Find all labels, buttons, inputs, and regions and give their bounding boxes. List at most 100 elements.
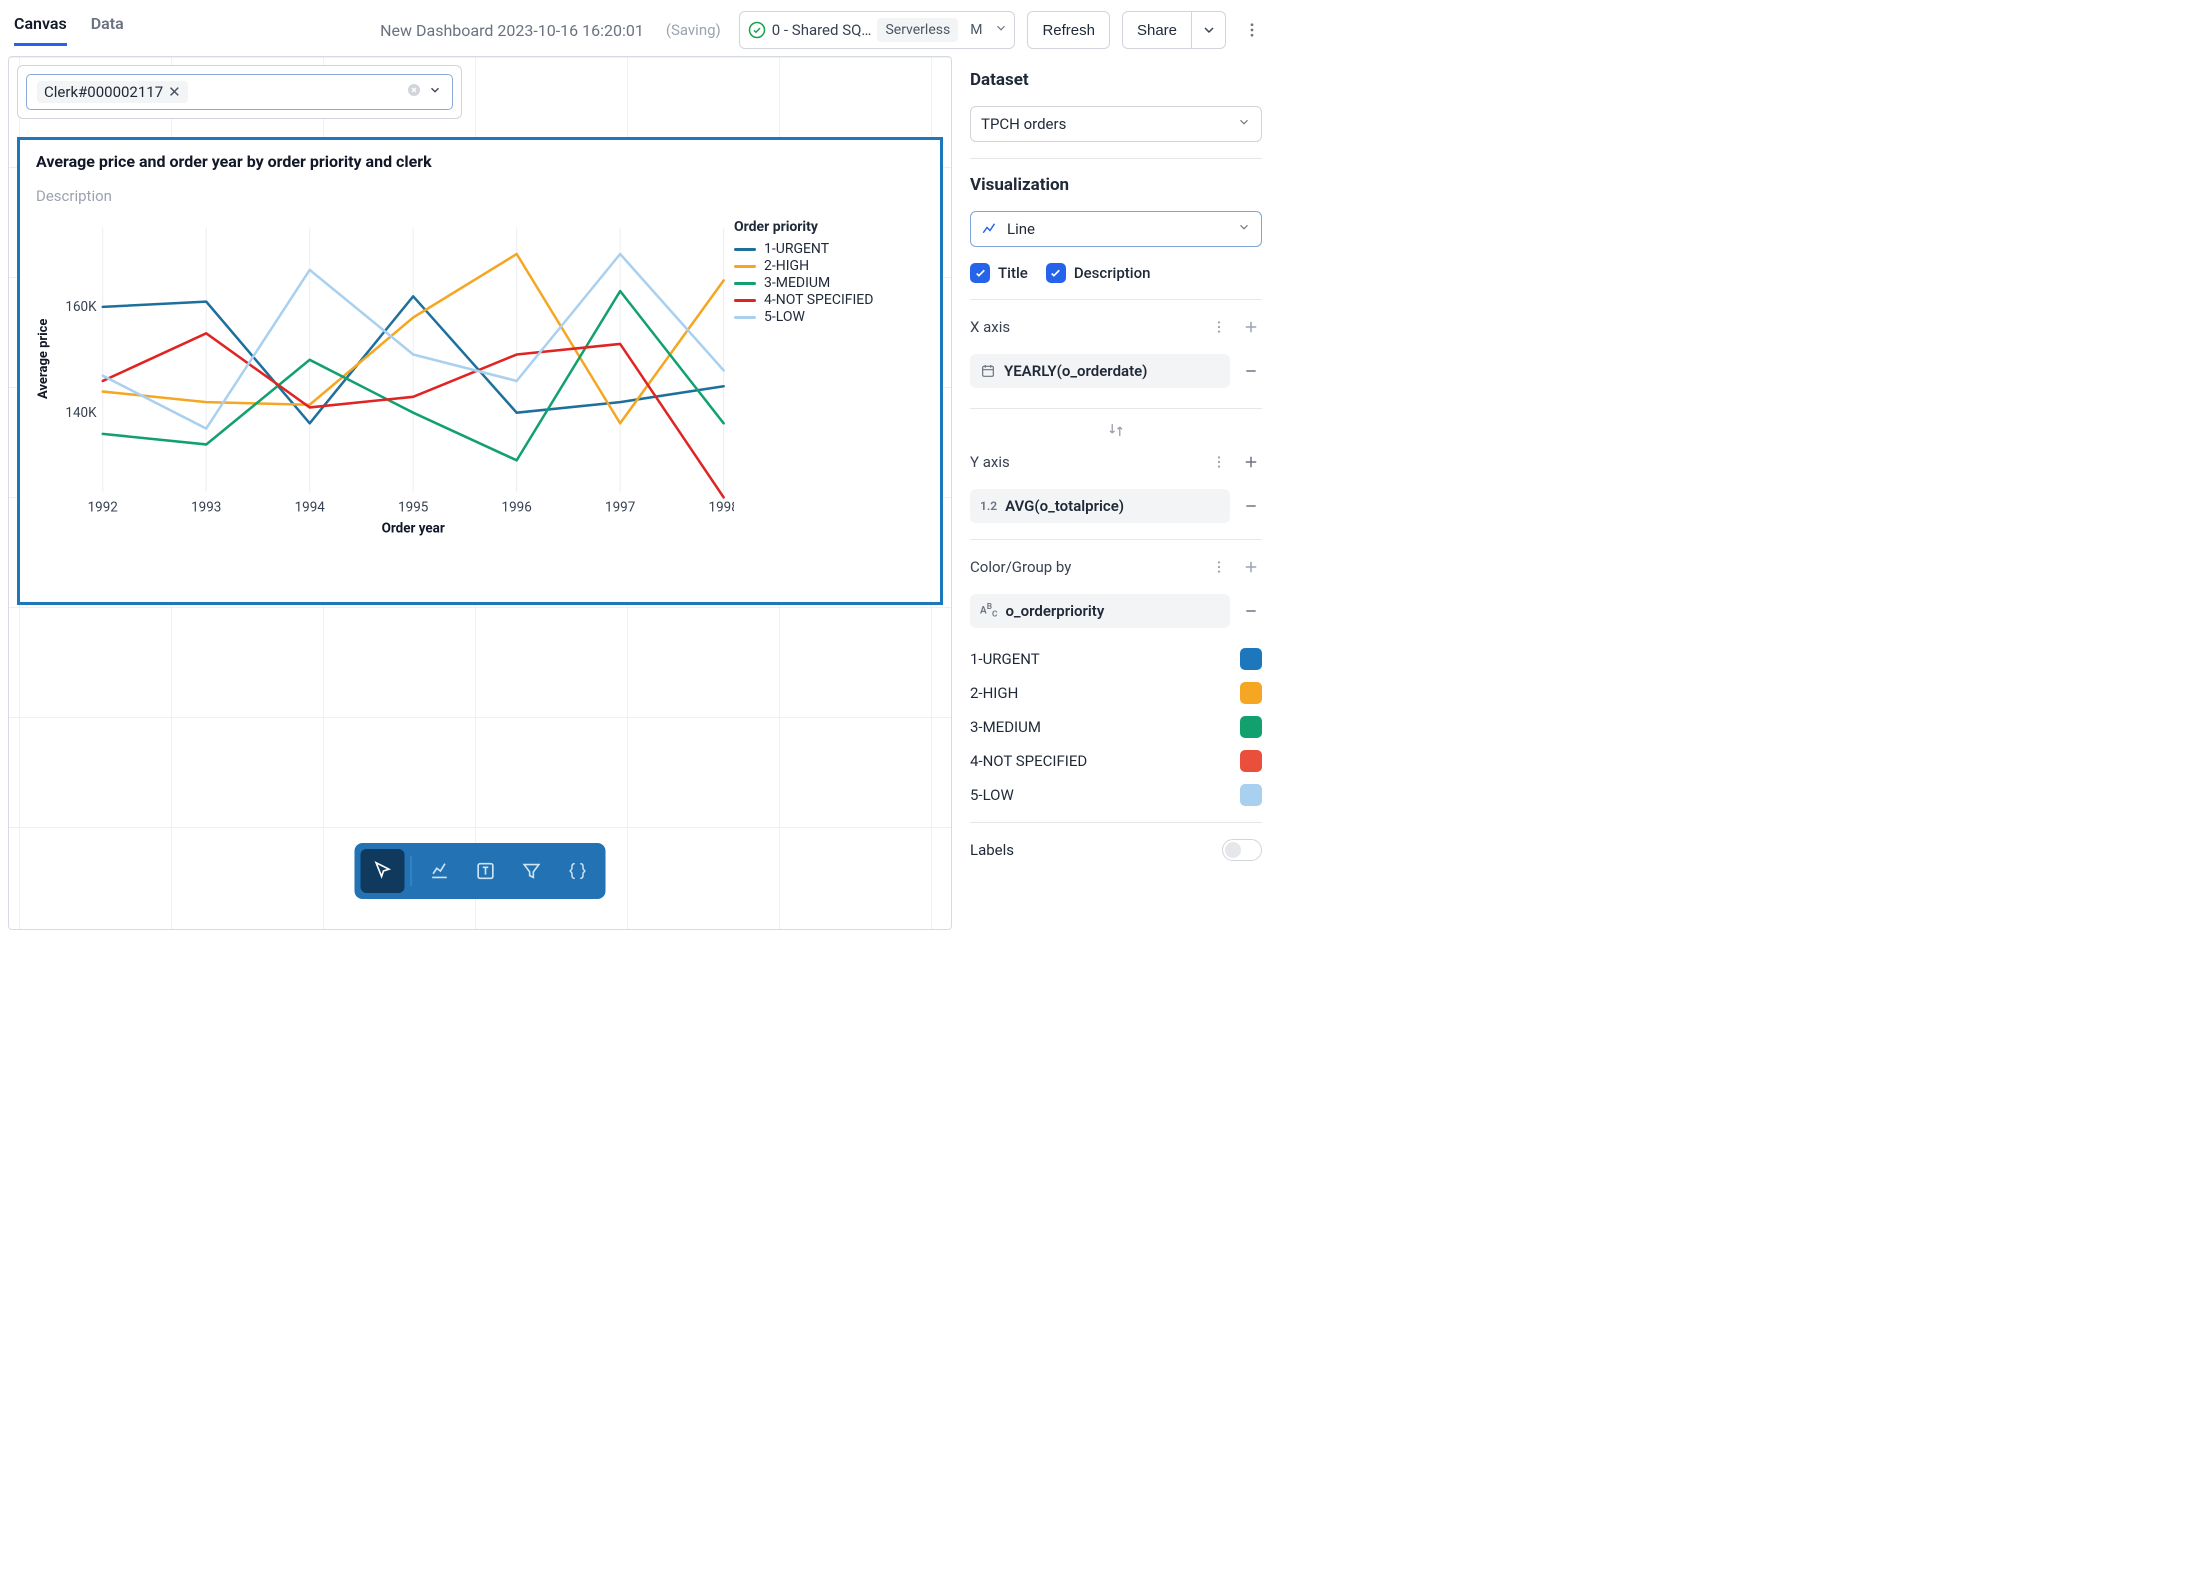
number-type-icon: 1.2 <box>980 499 997 513</box>
toolbar-separator <box>411 856 412 886</box>
remove-chip-icon[interactable]: ✕ <box>168 83 181 101</box>
yaxis-menu-button[interactable] <box>1208 451 1230 473</box>
kebab-icon <box>1211 454 1227 470</box>
legend-swatch <box>734 248 756 251</box>
yaxis-add-button[interactable] <box>1240 451 1262 473</box>
color-menu-button[interactable] <box>1208 556 1230 578</box>
chart-title[interactable]: Average price and order year by order pr… <box>36 152 924 171</box>
title-desc-checks: Title Description <box>970 263 1262 283</box>
filter-chip[interactable]: Clerk#000002117 ✕ <box>37 81 188 103</box>
tab-data[interactable]: Data <box>91 14 124 46</box>
color-swatch[interactable] <box>1240 784 1262 806</box>
chart-area: Average price 140K160K199219931994199519… <box>36 219 924 539</box>
legend: Order priority 1-URGENT2-HIGH3-MEDIUM4-N… <box>734 219 924 539</box>
refresh-button[interactable]: Refresh <box>1027 11 1110 49</box>
svg-text:1994: 1994 <box>295 499 326 515</box>
color-swatch[interactable] <box>1240 716 1262 738</box>
canvas-area[interactable]: Clerk#000002117 ✕ Average price and orde… <box>8 56 952 930</box>
labels-toggle[interactable] <box>1222 839 1262 861</box>
plus-icon <box>1242 453 1260 471</box>
color-remove-button[interactable] <box>1240 600 1262 622</box>
swap-axes-button[interactable] <box>970 421 1262 439</box>
chart-card[interactable]: Average price and order year by order pr… <box>17 137 943 605</box>
color-mapping-item[interactable]: 5-LOW <box>970 784 1262 806</box>
dataset-select[interactable]: TPCH orders <box>970 106 1262 142</box>
description-checkbox[interactable] <box>1046 263 1066 283</box>
config-panel: Dataset TPCH orders Visualization Line T… <box>952 52 1280 930</box>
legend-label: 4-NOT SPECIFIED <box>764 292 873 308</box>
color-swatch[interactable] <box>1240 648 1262 670</box>
legend-swatch <box>734 282 756 285</box>
viz-type-value: Line <box>1007 220 1035 238</box>
share-menu-button[interactable] <box>1192 11 1226 49</box>
legend-item[interactable]: 1-URGENT <box>734 241 924 257</box>
legend-item[interactable]: 3-MEDIUM <box>734 275 924 291</box>
minus-icon <box>1243 498 1259 514</box>
cursor-icon <box>372 860 394 882</box>
clear-filter-icon[interactable] <box>406 82 422 102</box>
yaxis-field[interactable]: 1.2 AVG(o_totalprice) <box>970 489 1230 523</box>
xaxis-field[interactable]: YEARLY(o_orderdate) <box>970 354 1230 388</box>
overflow-menu-button[interactable] <box>1238 21 1266 39</box>
labels-row: Labels <box>970 839 1262 861</box>
tool-text[interactable] <box>464 849 508 893</box>
tool-parameter[interactable] <box>556 849 600 893</box>
xaxis-header: X axis <box>970 316 1262 338</box>
legend-label: 3-MEDIUM <box>764 275 830 291</box>
dashboard-title[interactable]: New Dashboard 2023-10-16 16:20:01 <box>380 21 644 40</box>
svg-text:1998: 1998 <box>709 499 734 515</box>
share-button[interactable]: Share <box>1122 11 1192 49</box>
xaxis-menu-button[interactable] <box>1208 316 1230 338</box>
legend-item[interactable]: 5-LOW <box>734 309 924 325</box>
title-checkbox-label: Title <box>998 264 1028 282</box>
xaxis-add-button[interactable] <box>1240 316 1262 338</box>
viz-section-title: Visualization <box>970 175 1262 195</box>
xaxis-remove-button[interactable] <box>1240 360 1262 382</box>
svg-text:1997: 1997 <box>605 499 636 515</box>
warehouse-size: M <box>964 18 988 42</box>
minus-icon <box>1243 603 1259 619</box>
line-chart-icon <box>981 220 999 238</box>
topbar: Canvas Data New Dashboard 2023-10-16 16:… <box>0 0 1280 52</box>
swap-icon <box>1107 421 1125 439</box>
color-label: Color/Group by <box>970 558 1198 576</box>
color-mapping-label: 5-LOW <box>970 786 1014 804</box>
chevron-down-icon <box>1237 115 1251 133</box>
svg-text:1995: 1995 <box>398 499 429 515</box>
filter-dropdown-icon[interactable] <box>428 83 442 101</box>
yaxis-remove-button[interactable] <box>1240 495 1262 517</box>
warehouse-selector[interactable]: 0 - Shared SQ… Serverless M <box>739 11 1016 49</box>
color-mapping-item[interactable]: 1-URGENT <box>970 648 1262 670</box>
tool-filter[interactable] <box>510 849 554 893</box>
string-type-icon: ABC <box>980 603 997 619</box>
chart-description[interactable]: Description <box>36 187 924 205</box>
color-add-button[interactable] <box>1240 556 1262 578</box>
color-swatch[interactable] <box>1240 750 1262 772</box>
xaxis-field-label: YEARLY(o_orderdate) <box>1004 362 1147 380</box>
tool-chart[interactable] <box>418 849 462 893</box>
color-mapping-item[interactable]: 2-HIGH <box>970 682 1262 704</box>
warehouse-type: Serverless <box>877 18 958 42</box>
svg-text:1996: 1996 <box>502 499 533 515</box>
color-mapping-item[interactable]: 4-NOT SPECIFIED <box>970 750 1262 772</box>
title-checkbox[interactable] <box>970 263 990 283</box>
plus-icon <box>1242 318 1260 336</box>
tool-select[interactable] <box>361 849 405 893</box>
tab-canvas[interactable]: Canvas <box>14 14 67 46</box>
share-group: Share <box>1122 11 1226 49</box>
filter-input[interactable]: Clerk#000002117 ✕ <box>26 74 453 110</box>
legend-swatch <box>734 265 756 268</box>
color-field[interactable]: ABC o_orderpriority <box>970 594 1230 628</box>
plus-icon <box>1242 558 1260 576</box>
filter-widget: Clerk#000002117 ✕ <box>17 65 462 119</box>
color-swatch[interactable] <box>1240 682 1262 704</box>
labels-label: Labels <box>970 841 1014 859</box>
color-mapping-label: 3-MEDIUM <box>970 718 1041 736</box>
legend-item[interactable]: 4-NOT SPECIFIED <box>734 292 924 308</box>
viz-type-select[interactable]: Line <box>970 211 1262 247</box>
legend-item[interactable]: 2-HIGH <box>734 258 924 274</box>
color-mapping-item[interactable]: 3-MEDIUM <box>970 716 1262 738</box>
check-icon <box>974 267 987 280</box>
legend-title: Order priority <box>734 219 924 235</box>
yaxis-field-label: AVG(o_totalprice) <box>1005 497 1124 515</box>
